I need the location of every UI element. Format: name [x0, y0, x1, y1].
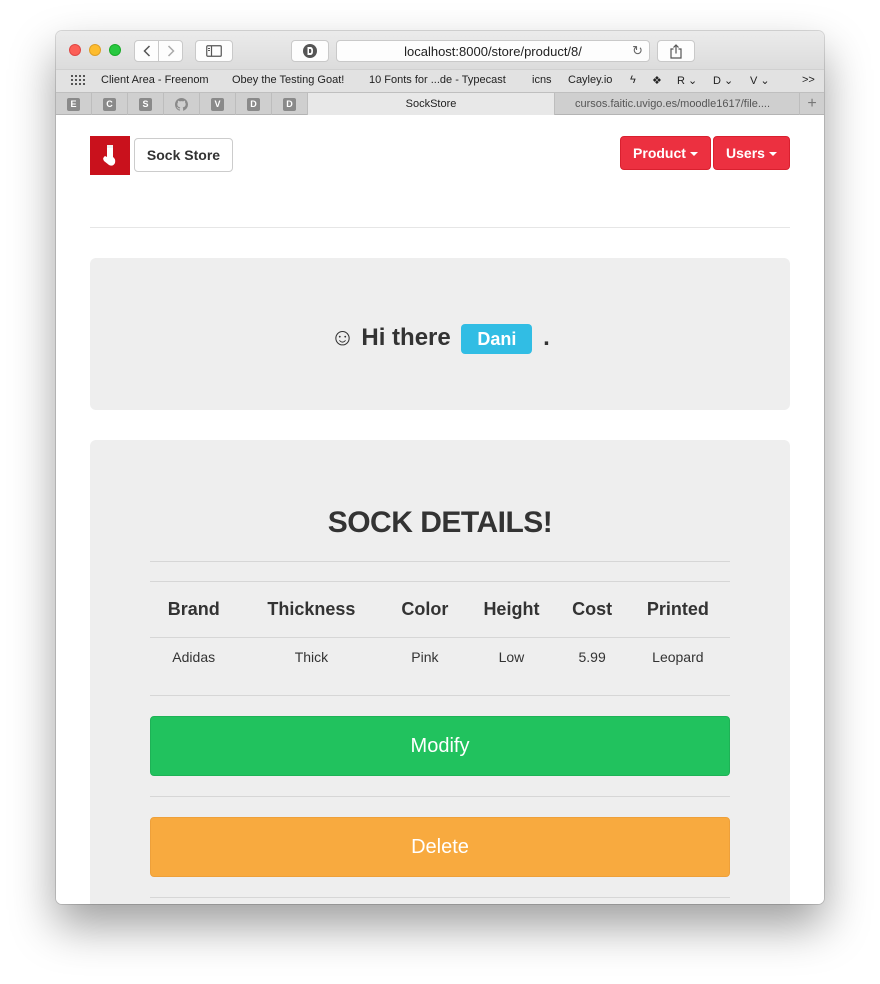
pinned-tab-c[interactable]: C [92, 93, 128, 115]
product-menu-button[interactable]: Product [620, 136, 711, 170]
pinned-tab-d1[interactable]: D [236, 93, 272, 115]
privacy-extension-button[interactable] [291, 40, 329, 62]
divider [150, 695, 730, 696]
chevron-down-icon: ⌄ [760, 75, 770, 87]
column-header-height: Height [464, 581, 559, 638]
pinned-tab-v[interactable]: V [200, 93, 236, 115]
cell-color: Pink [411, 649, 439, 665]
cell-cost: 5.99 [578, 649, 606, 665]
pinned-tab-d2[interactable]: D [272, 93, 308, 115]
sidebar-toggle-button[interactable] [195, 40, 233, 62]
brand-link[interactable]: Sock Store [134, 138, 233, 172]
divider [150, 561, 730, 562]
share-icon [670, 43, 682, 59]
minimize-window-button[interactable] [89, 44, 101, 56]
chevron-down-icon: ⌄ [688, 75, 698, 87]
bookmark-freenom[interactable]: Client Area - Freenom [101, 74, 209, 86]
forward-button[interactable] [158, 40, 183, 62]
browser-window: localhost:8000/store/product/8/ ↻ Client… [56, 31, 824, 904]
cell-thickness: Thick [294, 649, 329, 665]
header-divider [90, 227, 790, 228]
product-menu-label: Product [633, 145, 686, 161]
users-menu-button[interactable]: Users [713, 136, 790, 170]
page-content: Sock Store Product Users ☺ Hi there Dani… [56, 115, 824, 904]
divider [150, 897, 730, 898]
cell-height: Low [498, 649, 525, 665]
tab-sockstore[interactable]: SockStore [308, 93, 555, 115]
delete-button[interactable]: Delete [150, 817, 730, 877]
column-header-cost: Cost [558, 581, 626, 638]
column-header-brand: Brand [150, 581, 238, 638]
greeting-suffix: . [543, 324, 550, 351]
pinned-tab-s[interactable]: S [128, 93, 164, 115]
zoom-window-button[interactable] [109, 44, 121, 56]
caret-down-icon [689, 152, 698, 156]
sock-logo[interactable] [90, 136, 130, 175]
divider [150, 796, 730, 797]
back-button[interactable] [134, 40, 159, 62]
greeting-heading: ☺ Hi there Dani . [90, 322, 790, 354]
lightning-bookmark-icon[interactable]: ϟ [630, 74, 636, 86]
pinned-tab-github[interactable] [164, 93, 200, 115]
privacy-badger-icon [303, 44, 317, 58]
bookmark-typecast[interactable]: 10 Fonts for ...de - Typecast [369, 74, 506, 86]
chevron-left-icon [142, 45, 150, 57]
table-row: Adidas Thick Pink Low 5.99 Leopard [150, 638, 730, 686]
reload-icon[interactable]: ↻ [632, 43, 643, 59]
pinned-tab-e[interactable]: E [56, 93, 92, 115]
bookmark-testing-goat[interactable]: Obey the Testing Goat! [232, 74, 344, 86]
bookmark-folder-v[interactable]: V ⌄ [750, 74, 770, 87]
column-header-thickness: Thickness [237, 581, 386, 638]
browser-toolbar: localhost:8000/store/product/8/ ↻ [56, 31, 824, 69]
greeting-panel: ☺ Hi there Dani . [90, 258, 790, 410]
top-sites-grid-icon[interactable] [71, 75, 86, 87]
new-tab-button[interactable]: + [800, 93, 824, 115]
bookmark-folder-r[interactable]: R ⌄ [677, 74, 697, 87]
address-bar[interactable]: localhost:8000/store/product/8/ ↻ [336, 40, 650, 62]
column-header-color: Color [385, 581, 465, 638]
page-title: SOCK DETAILS! [327, 506, 553, 539]
column-header-printed: Printed [625, 581, 730, 638]
url-text: localhost:8000/store/product/8/ [404, 43, 582, 59]
chevron-down-icon: ⌄ [724, 75, 734, 87]
table-header-row: Brand Thickness Color Height Cost Printe… [150, 581, 730, 638]
close-window-button[interactable] [69, 44, 81, 56]
smiley-icon: ☺ [330, 324, 355, 351]
bookmarks-bar: Client Area - Freenom Obey the Testing G… [56, 69, 824, 92]
modify-button[interactable]: Modify [150, 716, 730, 776]
chevron-right-icon [167, 45, 175, 57]
bookmarklet-icon[interactable]: ❖ [652, 74, 662, 87]
sock-details-table: Brand Thickness Color Height Cost Printe… [150, 581, 730, 685]
caret-down-icon [768, 152, 777, 156]
tab-faitic[interactable]: cursos.faitic.uvigo.es/moodle1617/file..… [555, 93, 800, 115]
github-icon [175, 97, 188, 111]
bookmark-folder-d[interactable]: D ⌄ [713, 74, 733, 87]
greeting-text: Hi there [361, 324, 451, 351]
users-menu-label: Users [726, 145, 765, 161]
cell-brand: Adidas [172, 649, 216, 665]
cell-printed: Leopard [652, 649, 704, 665]
sidebar-icon [206, 45, 222, 57]
share-button[interactable] [657, 40, 695, 62]
bookmark-cayley[interactable]: Cayley.io [568, 74, 612, 86]
bookmark-icns[interactable]: icns [532, 74, 552, 86]
tab-bar: E C S V D D SockStore cursos.faitic.uvig… [56, 92, 824, 115]
bookmarks-overflow-button[interactable]: >> [802, 74, 815, 86]
sock-icon [103, 144, 116, 166]
username-badge: Dani [461, 323, 533, 354]
sock-details-panel: SOCK DETAILS! Brand Thickness Color Heig… [90, 440, 790, 904]
